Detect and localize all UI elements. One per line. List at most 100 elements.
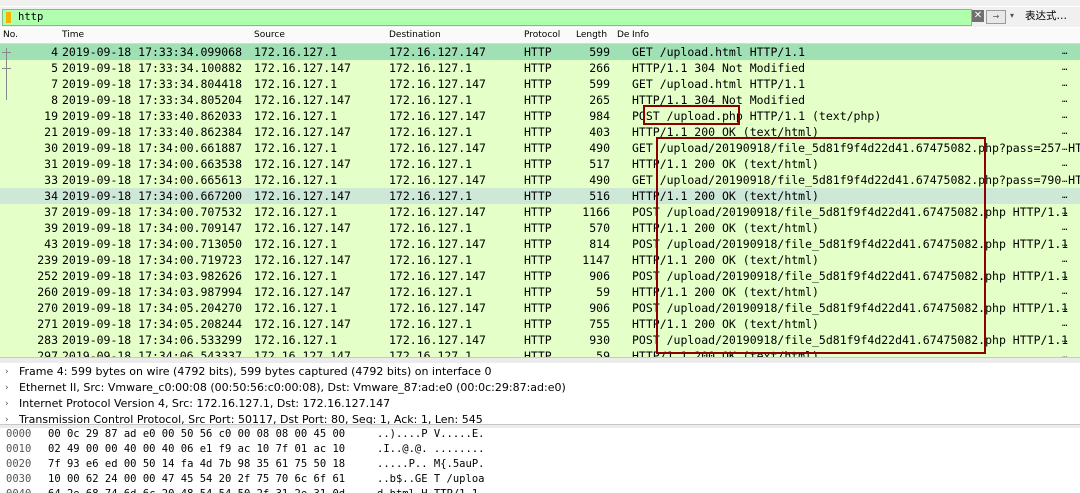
packet-row[interactable]: 8 2019-09-18 17:33:34.805204 172.16.127.14… (0, 92, 1080, 108)
packet-length: 403 (589, 125, 610, 139)
packet-number: 21 (44, 125, 58, 139)
main-toolbar (0, 0, 1080, 6)
column-header-length[interactable]: Length (576, 30, 607, 40)
related-packet-mark (2, 52, 11, 53)
packet-length: 755 (589, 317, 610, 331)
packet-source: 172.16.127.147 (254, 93, 351, 107)
packet-length: 490 (589, 141, 610, 155)
packet-protocol: HTTP (524, 45, 552, 59)
packet-protocol: HTTP (524, 109, 552, 123)
packet-protocol: HTTP (524, 333, 552, 347)
packet-number: 252 (37, 269, 58, 283)
column-header-source[interactable]: Source (254, 30, 285, 40)
packet-length: 265 (589, 93, 610, 107)
packet-length: 570 (589, 221, 610, 235)
packet-row[interactable]: 7 2019-09-18 17:33:34.804418 172.16.127.1 1… (0, 76, 1080, 92)
packet-protocol: HTTP (524, 157, 552, 171)
hex-bytes: 10 00 62 24 00 00 47 45 54 20 2f 75 70 6… (48, 473, 346, 485)
truncated-dots: … (1062, 287, 1068, 297)
packet-destination: 172.16.127.147 (389, 269, 486, 283)
packet-length: 984 (589, 109, 610, 123)
hex-ascii: d.html H TTP/1.1. (377, 487, 484, 493)
packet-destination: 172.16.127.1 (389, 93, 473, 107)
packet-protocol: HTTP (524, 125, 552, 139)
hex-bytes: 00 0c 29 87 ad e0 00 50 56 c0 00 08 08 0… (48, 428, 346, 440)
bookmark-icon[interactable] (6, 12, 11, 23)
hex-offset: 0010 (6, 443, 32, 455)
packet-protocol: HTTP (524, 141, 552, 155)
packet-source: 172.16.127.1 (254, 45, 338, 59)
packet-protocol: HTTP (524, 317, 552, 331)
truncated-dots: … (1062, 319, 1068, 329)
hex-bytes: 02 49 00 00 40 00 40 06 e1 f9 ac 10 7f 0… (48, 443, 346, 455)
packet-row[interactable]: 5 2019-09-18 17:33:34.100882 172.16.127.14… (0, 60, 1080, 76)
packet-destination: 172.16.127.1 (389, 285, 473, 299)
apply-arrow-icon[interactable]: → (986, 10, 1006, 24)
packet-length: 490 (589, 173, 610, 187)
expand-arrow-icon[interactable]: › (5, 364, 9, 380)
column-header-info[interactable]: Info (632, 30, 649, 40)
truncated-dots: … (1062, 303, 1068, 313)
packet-destination: 172.16.127.147 (389, 333, 486, 347)
packet-time: 2019-09-18 17:33:40.862384 (62, 125, 243, 139)
packet-time: 2019-09-18 17:34:00.667200 (62, 189, 243, 203)
packet-destination: 172.16.127.1 (389, 349, 473, 357)
highlight-box (643, 105, 740, 125)
packet-protocol: HTTP (524, 189, 552, 203)
packet-time: 2019-09-18 17:33:40.862033 (62, 109, 243, 123)
packet-source: 172.16.127.147 (254, 285, 351, 299)
column-header-time[interactable]: Time (62, 30, 84, 40)
packet-source: 172.16.127.147 (254, 125, 351, 139)
packet-source: 172.16.127.147 (254, 189, 351, 203)
packet-length: 59 (596, 285, 610, 299)
column-header-de[interactable]: De (617, 30, 629, 40)
packet-time: 2019-09-18 17:34:00.713050 (62, 237, 243, 251)
expression-button[interactable]: 表达式… (1025, 9, 1067, 24)
truncated-dots: … (1062, 191, 1068, 201)
packet-time: 2019-09-18 17:34:00.709147 (62, 221, 243, 235)
truncated-dots: … (1062, 95, 1068, 105)
truncated-dots: … (1062, 223, 1068, 233)
packet-time: 2019-09-18 17:33:34.099068 (62, 45, 243, 59)
packet-protocol: HTTP (524, 253, 552, 267)
detail-text: Internet Protocol Version 4, Src: 172.16… (19, 397, 391, 410)
column-header-no[interactable]: No. (3, 30, 18, 40)
packet-time: 2019-09-18 17:34:03.982626 (62, 269, 243, 283)
filter-text: http (18, 11, 44, 23)
packet-details-pane[interactable]: › Frame 4: 599 bytes on wire (4792 bits),… (0, 362, 1080, 424)
expand-arrow-icon[interactable]: › (5, 396, 9, 412)
truncated-dots: … (1062, 79, 1068, 89)
packet-time: 2019-09-18 17:34:00.663538 (62, 157, 243, 171)
packet-number: 37 (44, 205, 58, 219)
packet-length: 517 (589, 157, 610, 171)
packet-destination: 172.16.127.1 (389, 125, 473, 139)
packet-row[interactable]: 19 2019-09-18 17:33:40.862033 172.16.127.1… (0, 108, 1080, 124)
column-header-protocol[interactable]: Protocol (524, 30, 560, 40)
column-header-destination[interactable]: Destination (389, 30, 441, 40)
packet-source: 172.16.127.1 (254, 109, 338, 123)
display-filter-input[interactable]: http (2, 9, 972, 26)
hex-bytes: 7f 93 e6 ed 00 50 14 fa 4d 7b 98 35 61 7… (48, 458, 346, 470)
packet-source: 172.16.127.1 (254, 141, 338, 155)
truncated-dots: … (1062, 47, 1068, 57)
expand-arrow-icon[interactable]: › (5, 380, 9, 396)
packet-source: 172.16.127.1 (254, 269, 338, 283)
packet-time: 2019-09-18 17:33:34.805204 (62, 93, 243, 107)
packet-number: 270 (37, 301, 58, 315)
packet-number: 33 (44, 173, 58, 187)
expand-arrow-icon[interactable]: › (5, 412, 9, 424)
packet-number: 260 (37, 285, 58, 299)
packet-length: 930 (589, 333, 610, 347)
packet-protocol: HTTP (524, 221, 552, 235)
packet-bytes-pane[interactable]: 0000 00 0c 29 87 ad e0 00 50 56 c0 00 08 … (0, 427, 1080, 493)
highlight-box (656, 137, 986, 354)
packet-destination: 172.16.127.147 (389, 301, 486, 315)
hex-ascii: .....P.. M{.5auP. (377, 458, 485, 470)
clear-icon[interactable]: ✕ (972, 10, 984, 22)
truncated-dots: … (1062, 239, 1068, 249)
packet-source: 172.16.127.1 (254, 301, 338, 315)
packet-row[interactable]: 4 2019-09-18 17:33:34.099068 172.16.127.1 1… (0, 44, 1080, 60)
packet-info: GET /upload.html HTTP/1.1 (632, 77, 806, 91)
packet-number: 43 (44, 237, 58, 251)
dropdown-icon[interactable]: ▾ (1010, 10, 1020, 22)
